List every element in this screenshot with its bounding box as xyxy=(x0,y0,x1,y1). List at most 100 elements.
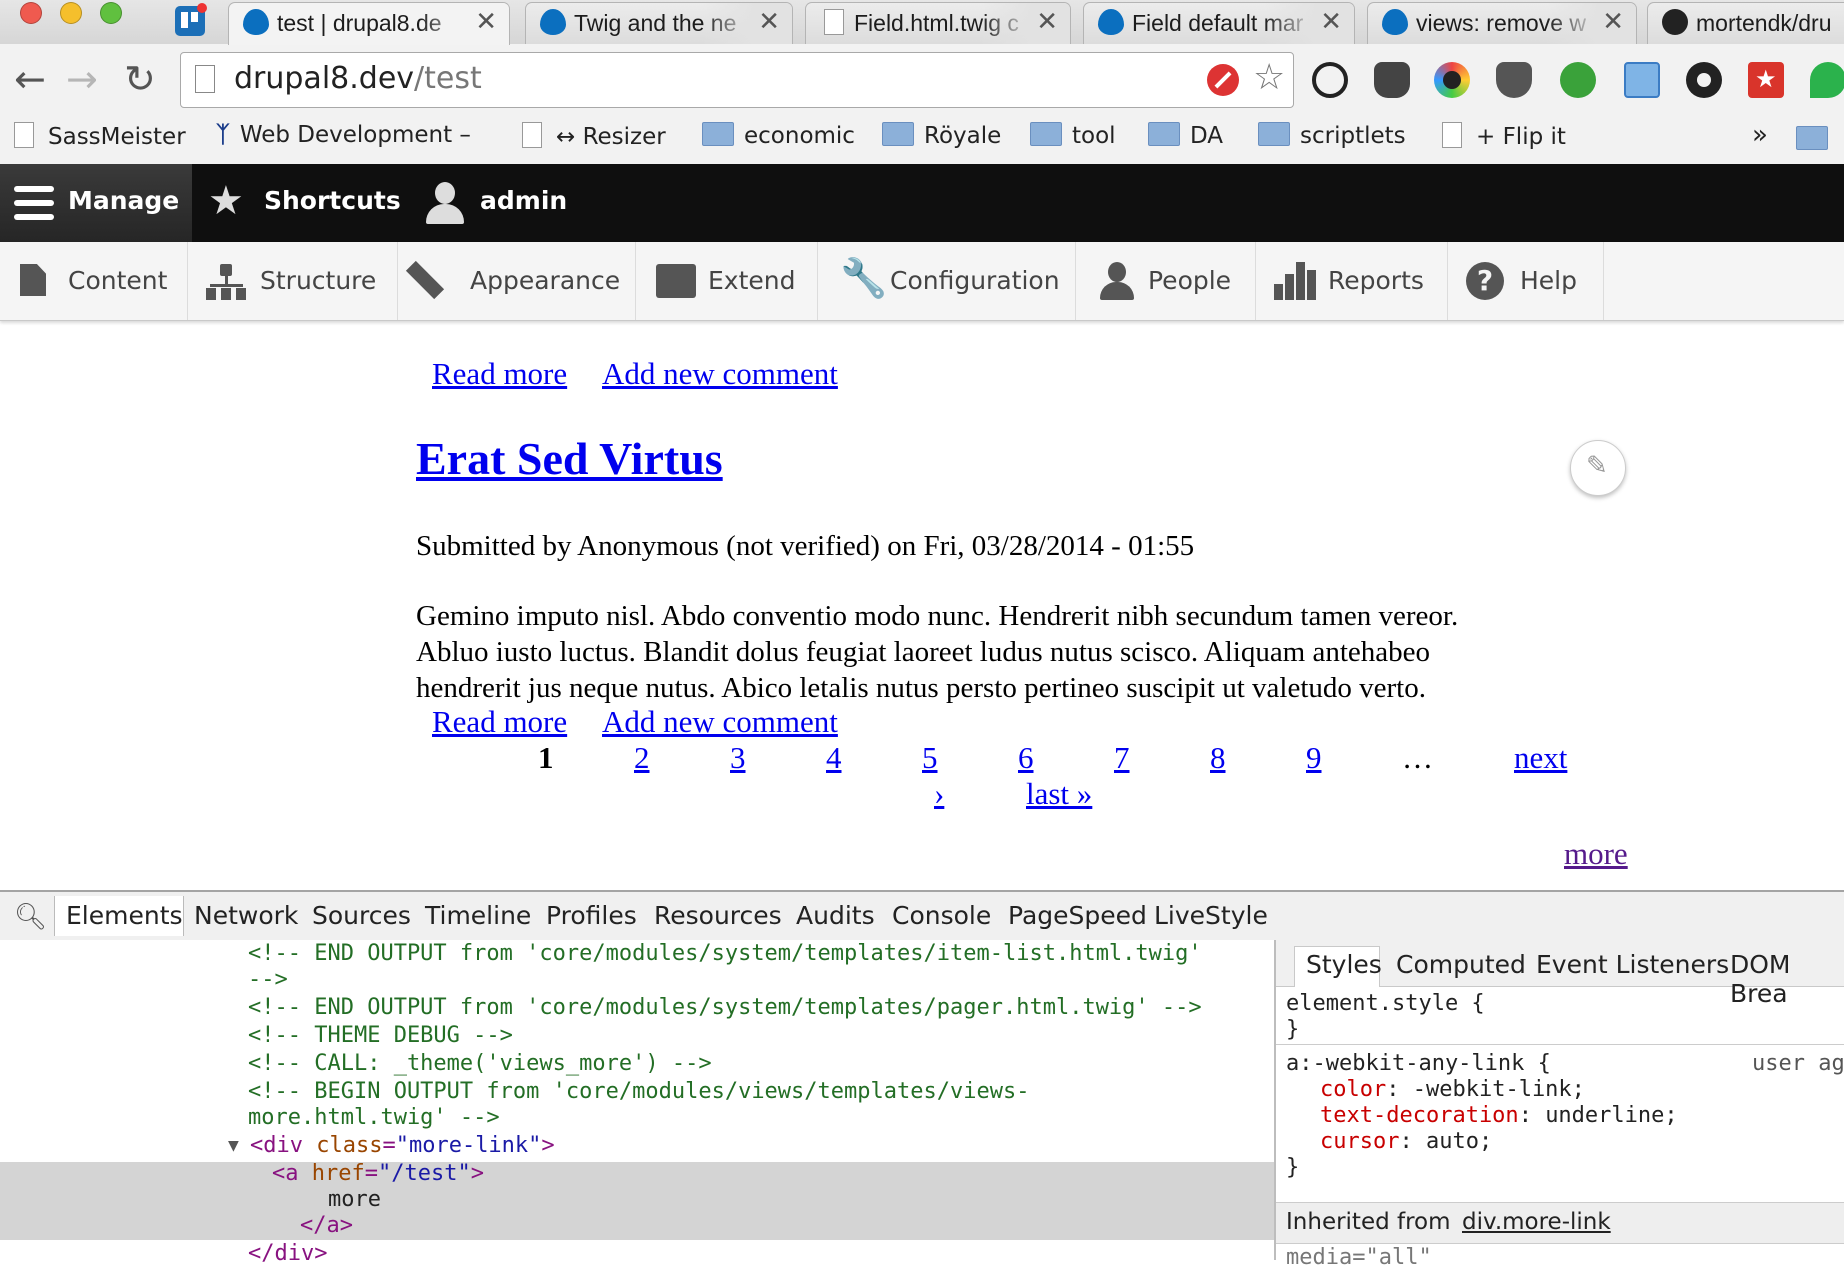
tray-item-help[interactable]: ? Help xyxy=(1448,242,1604,320)
pocket-extension-icon[interactable] xyxy=(1496,62,1532,98)
folder-icon[interactable] xyxy=(1796,126,1828,150)
blocked-icon[interactable] xyxy=(1207,64,1239,96)
contextual-edit-button[interactable]: ✎ xyxy=(1570,440,1626,496)
pager-next-arrow-link[interactable]: › xyxy=(934,776,944,812)
dom-a-node[interactable]: <a href="/test"> xyxy=(272,1160,484,1188)
bookmark-sassmeister[interactable]: SassMeister xyxy=(14,122,186,150)
browser-tab-4[interactable]: Field default mar ✕ xyxy=(1083,2,1355,44)
sync-extension-icon[interactable] xyxy=(1312,62,1348,98)
browser-tab-2[interactable]: Twig and the ne ✕ xyxy=(525,2,793,44)
tray-item-appearance[interactable]: Appearance xyxy=(398,242,636,320)
search-icon[interactable]: 🔍︎ xyxy=(14,902,47,932)
pager-page-link[interactable]: 3 xyxy=(730,740,746,776)
window-resizer-extension-icon[interactable] xyxy=(1624,62,1660,98)
tray-item-extend[interactable]: Extend xyxy=(636,242,818,320)
sidebar-tab-event-listeners[interactable]: Event Listeners xyxy=(1536,950,1729,979)
devtools-tab-network[interactable]: Network xyxy=(194,901,298,930)
dom-comment-line[interactable]: <!-- END OUTPUT from 'core/modules/syste… xyxy=(248,940,1202,968)
read-more-link[interactable]: Read more xyxy=(432,704,567,740)
user-tab[interactable]: admin xyxy=(480,186,567,215)
tab-close-icon[interactable]: ✕ xyxy=(475,7,497,37)
sidebar-tab-styles[interactable]: Styles xyxy=(1306,950,1382,979)
browser-tab-6[interactable]: mortendk/dru xyxy=(1647,2,1844,44)
back-arrow-icon[interactable]: ← xyxy=(14,60,46,98)
manage-tab[interactable]: Manage xyxy=(0,164,192,242)
tray-item-structure[interactable]: Structure xyxy=(188,242,398,320)
bookmark-scriptlets[interactable]: scriptlets xyxy=(1258,122,1406,149)
dom-comment-line[interactable]: <!-- BEGIN OUTPUT from 'core/modules/vie… xyxy=(248,1078,1029,1106)
address-bar[interactable]: drupal8.dev/test ☆ xyxy=(180,52,1294,108)
bookmark-flip-it[interactable]: + Flip it xyxy=(1442,122,1566,150)
pager-page-link[interactable]: 6 xyxy=(1018,740,1034,776)
settings-gear-icon[interactable] xyxy=(1686,62,1722,98)
bookmark-star-icon[interactable]: ☆ xyxy=(1253,57,1285,98)
css-property-cursor[interactable]: cursor: auto; xyxy=(1320,1128,1492,1156)
chat-extension-icon[interactable] xyxy=(1810,62,1844,98)
reload-icon[interactable]: ↻ xyxy=(124,60,156,98)
dom-close-tag[interactable]: </div> xyxy=(248,1240,327,1268)
minimize-window-button[interactable] xyxy=(60,2,82,24)
dom-comment-line[interactable]: <!-- THEME DEBUG --> xyxy=(248,1022,513,1050)
shortcuts-tab[interactable]: Shortcuts xyxy=(264,186,401,215)
browser-tab-1[interactable]: test | drupal8.de ✕ xyxy=(228,2,510,45)
trello-app-icon[interactable] xyxy=(175,3,207,36)
add-comment-link[interactable]: Add new comment xyxy=(602,704,838,740)
star-extension-icon[interactable]: ★ xyxy=(1748,62,1784,98)
bookmark-royale[interactable]: Röyale xyxy=(882,122,1001,149)
dom-comment-line[interactable]: --> xyxy=(248,966,288,994)
devtools-tab-profiles[interactable]: Profiles xyxy=(546,901,637,930)
pager-page-link[interactable]: 9 xyxy=(1306,740,1322,776)
tray-item-configuration[interactable]: 🔧 Configuration xyxy=(818,242,1076,320)
bookmark-web-development[interactable]: ᛉ Web Development – xyxy=(216,122,471,148)
css-property-color[interactable]: color: -webkit-link; xyxy=(1320,1076,1585,1104)
pager-page-link[interactable]: 2 xyxy=(634,740,650,776)
tray-item-content[interactable]: Content xyxy=(0,242,188,320)
bookmark-economic[interactable]: economic xyxy=(702,122,855,149)
zoom-window-button[interactable] xyxy=(100,2,122,24)
bookmark-da[interactable]: DA xyxy=(1148,122,1223,149)
sidebar-tab-computed[interactable]: Computed xyxy=(1396,950,1526,979)
devtools-tab-livestyle[interactable]: LiveStyle xyxy=(1154,901,1268,930)
dom-text-node[interactable]: more xyxy=(328,1186,381,1214)
add-comment-link-top[interactable]: Add new comment xyxy=(602,356,838,392)
pager-page-link[interactable]: 7 xyxy=(1114,740,1130,776)
close-window-button[interactable] xyxy=(20,2,42,24)
devtools-tab-elements[interactable]: Elements xyxy=(66,901,183,930)
bookmarks-overflow-button[interactable]: » xyxy=(1752,120,1768,150)
article-title[interactable]: Erat Sed Virtus xyxy=(416,432,723,485)
dom-comment-line[interactable]: more.html.twig' --> xyxy=(248,1104,500,1132)
tray-item-people[interactable]: People xyxy=(1076,242,1256,320)
more-link[interactable]: more xyxy=(1564,836,1628,872)
css-property-text-decoration[interactable]: text-decoration: underline; xyxy=(1320,1102,1678,1130)
evernote-extension-icon[interactable] xyxy=(1374,62,1410,98)
tab-close-icon[interactable]: ✕ xyxy=(1036,7,1058,37)
pager-page-link[interactable]: 4 xyxy=(826,740,842,776)
read-more-link-top[interactable]: Read more xyxy=(432,356,567,392)
dom-comment-line[interactable]: <!-- CALL: _theme('views_more') --> xyxy=(248,1050,712,1078)
tray-item-reports[interactable]: Reports xyxy=(1256,242,1448,320)
pager-next-link[interactable]: next xyxy=(1514,740,1567,776)
tab-close-icon[interactable]: ✕ xyxy=(1320,7,1342,37)
dom-div-node[interactable]: <div class="more-link"> xyxy=(250,1132,555,1160)
devtools-tab-pagespeed[interactable]: PageSpeed xyxy=(1008,901,1147,930)
forward-arrow-icon[interactable]: → xyxy=(66,60,98,98)
devtools-tab-console[interactable]: Console xyxy=(892,901,991,930)
dom-comment-line[interactable]: <!-- END OUTPUT from 'core/modules/syste… xyxy=(248,994,1202,1022)
bug-extension-icon[interactable] xyxy=(1560,62,1596,98)
devtools-tab-timeline[interactable]: Timeline xyxy=(425,901,531,930)
pager-page-link[interactable]: 8 xyxy=(1210,740,1226,776)
sidebar-tab-dom-breakpoints[interactable]: DOM Brea xyxy=(1730,950,1844,1008)
pager-last-link[interactable]: last » xyxy=(1026,776,1092,812)
bookmark-resizer[interactable]: ↔ Resizer xyxy=(522,122,666,150)
browser-tab-5[interactable]: views: remove w ✕ xyxy=(1367,2,1637,44)
colorzilla-extension-icon[interactable] xyxy=(1434,62,1470,98)
element-style-rule[interactable]: element.style { xyxy=(1286,990,1485,1018)
dom-close-tag[interactable]: </a> xyxy=(300,1212,353,1240)
pager-page-link[interactable]: 5 xyxy=(922,740,938,776)
bookmark-tool[interactable]: tool xyxy=(1030,122,1116,149)
css-selector[interactable]: a:-webkit-any-link { xyxy=(1286,1050,1551,1078)
devtools-tab-audits[interactable]: Audits xyxy=(796,901,875,930)
devtools-tab-sources[interactable]: Sources xyxy=(312,901,411,930)
inherited-link[interactable]: div.more-link xyxy=(1462,1209,1611,1235)
expand-triangle-icon[interactable]: ▼ xyxy=(228,1132,239,1160)
